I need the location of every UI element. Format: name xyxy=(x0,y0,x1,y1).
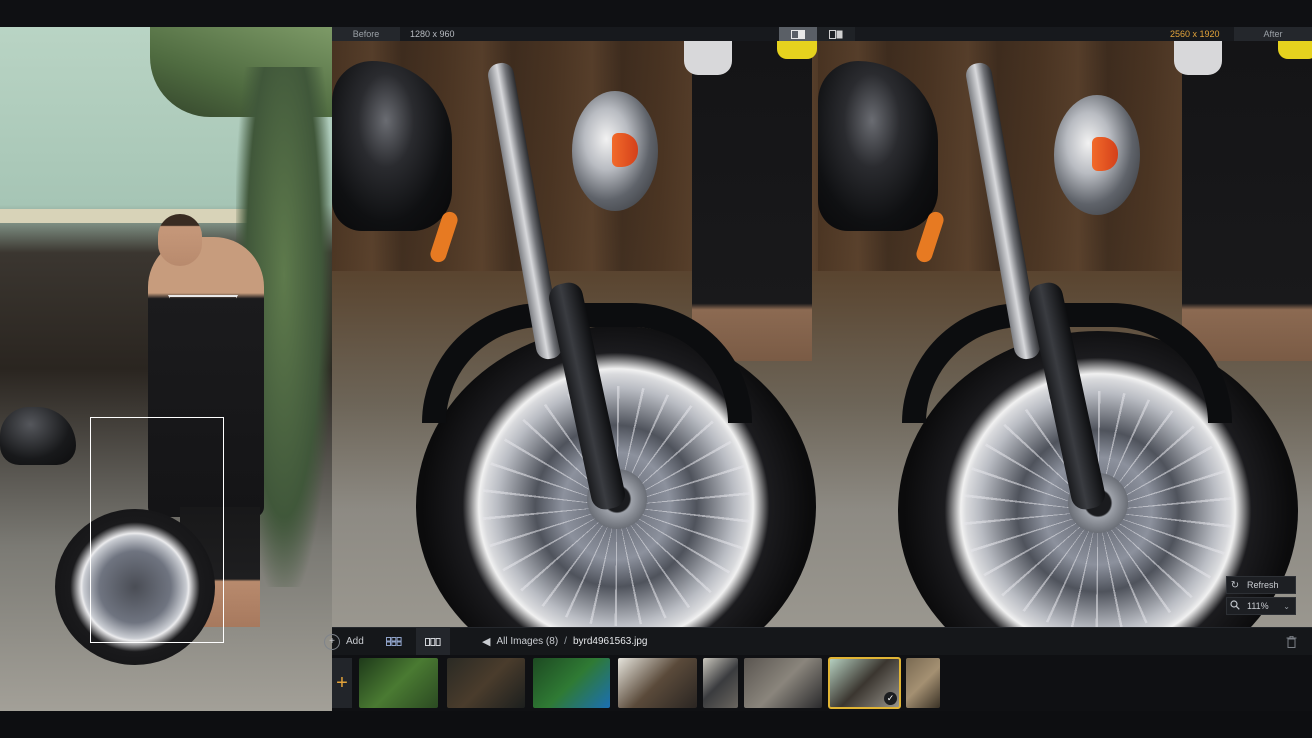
side-by-side-icon xyxy=(829,29,843,39)
delete-button[interactable] xyxy=(1282,628,1300,655)
before-image-legs xyxy=(692,41,812,361)
thumb-person[interactable] xyxy=(703,658,738,708)
bottom-toolbar: + Add ◀ All Images (8) / byrd4961563.jpg xyxy=(324,627,1312,655)
before-image-pane[interactable] xyxy=(332,41,818,627)
refresh-label: Refresh xyxy=(1247,580,1279,590)
navigator-motorcycle-tank xyxy=(0,407,76,465)
after-resolution: 2560 x 1920 xyxy=(1170,29,1220,39)
bottom-band xyxy=(0,711,1312,738)
after-image-glove xyxy=(1278,41,1312,59)
before-header: Before 1280 x 960 xyxy=(332,27,818,41)
zoom-dropdown[interactable]: 111% ⌄ xyxy=(1226,597,1296,615)
after-image-sleeve xyxy=(1174,41,1222,75)
selected-check-icon: ✓ xyxy=(884,692,897,705)
after-image-legs xyxy=(1182,41,1312,361)
add-label: Add xyxy=(346,636,364,647)
before-image-glove xyxy=(777,41,817,59)
navigator-viewport-rect[interactable] xyxy=(90,417,224,643)
after-image-pane[interactable] xyxy=(818,41,1312,627)
zoom-icon xyxy=(1227,599,1243,613)
thumb-garage[interactable] xyxy=(744,658,822,708)
side-by-side-button[interactable] xyxy=(817,27,855,41)
breadcrumb-all-images[interactable]: All Images (8) xyxy=(496,636,558,647)
thumb-parrot[interactable] xyxy=(533,658,610,708)
after-header: 2560 x 1920 After xyxy=(818,27,1312,41)
view-mode-toggle xyxy=(779,27,855,41)
breadcrumb: ◀ All Images (8) / byrd4961563.jpg xyxy=(482,628,647,655)
split-view-button[interactable] xyxy=(779,27,817,41)
after-label: After xyxy=(1234,27,1312,41)
thumb-workshop[interactable] xyxy=(618,658,697,708)
thumb-plant[interactable] xyxy=(359,658,438,708)
refresh-button[interactable]: ↻ Refresh xyxy=(1226,576,1296,594)
back-arrow-icon[interactable]: ◀ xyxy=(482,635,490,648)
trash-icon xyxy=(1286,635,1296,648)
thumb-lake[interactable] xyxy=(447,658,525,708)
zoom-value: 111% xyxy=(1247,601,1269,611)
breadcrumb-separator: / xyxy=(564,636,567,647)
before-image-sleeve xyxy=(684,41,732,75)
add-image-tile[interactable]: + xyxy=(332,658,352,708)
before-resolution: 1280 x 960 xyxy=(410,29,455,39)
split-view-icon xyxy=(791,29,805,39)
plus-icon: + xyxy=(336,671,348,694)
filmstrip-view-icon xyxy=(425,637,441,646)
add-icon: + xyxy=(324,633,340,650)
filmstrip: + ✓ xyxy=(332,655,1312,711)
before-label: Before xyxy=(332,27,400,41)
chevron-down-icon: ⌄ xyxy=(1283,601,1290,611)
refresh-icon: ↻ xyxy=(1230,579,1240,591)
top-bar xyxy=(0,0,1312,27)
grid-view-button[interactable] xyxy=(382,628,406,655)
thumb-interior[interactable] xyxy=(906,658,940,708)
navigator-panel[interactable] xyxy=(0,27,332,711)
breadcrumb-current-file: byrd4961563.jpg xyxy=(572,636,648,647)
add-images-button[interactable]: + Add xyxy=(324,628,366,655)
filmstrip-view-button[interactable] xyxy=(416,628,450,655)
thumb-motorcycle[interactable]: ✓ xyxy=(828,657,901,709)
grid-view-icon xyxy=(386,637,402,646)
navigator-person-head xyxy=(158,214,202,266)
